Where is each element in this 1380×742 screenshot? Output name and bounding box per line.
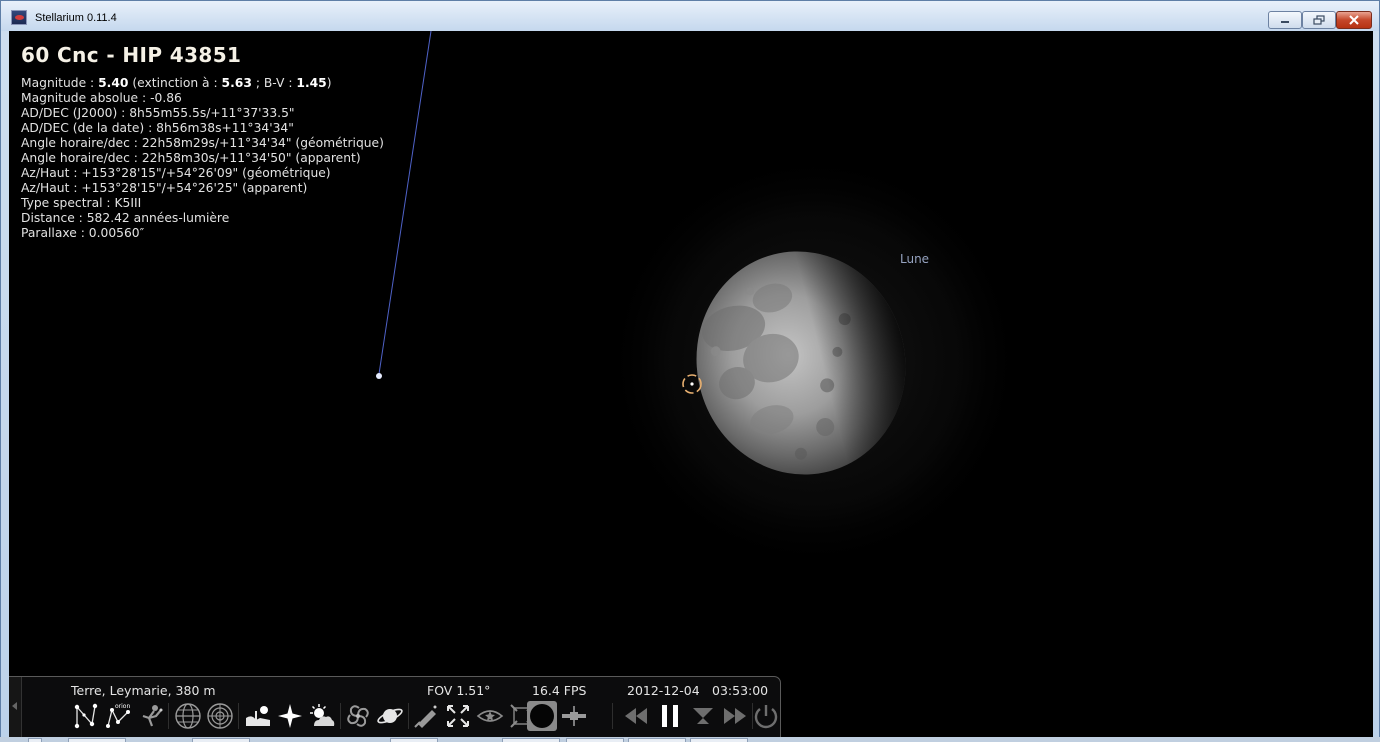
pause-button[interactable] bbox=[655, 701, 685, 731]
constellation-lines-icon bbox=[74, 703, 98, 729]
constellation-label-text: orion bbox=[115, 703, 130, 710]
location-text[interactable]: Terre, Leymarie, 380 m bbox=[71, 683, 216, 698]
time-text[interactable]: 03:53:00 bbox=[712, 683, 768, 698]
ground-icon bbox=[246, 706, 270, 726]
mount-toggle-button[interactable] bbox=[411, 701, 441, 731]
taskbar-item[interactable] bbox=[192, 738, 250, 742]
planet-labels-icon bbox=[377, 708, 403, 724]
object-info-panel: 60 Cnc - HIP 43851 Magnitude : 5.40 (ext… bbox=[21, 43, 384, 241]
planet-labels-button[interactable] bbox=[375, 701, 405, 731]
left-panel-toggle[interactable] bbox=[9, 677, 22, 739]
ocular-button[interactable] bbox=[527, 701, 557, 731]
ocular-icon bbox=[530, 704, 554, 728]
cardinal-points-button[interactable] bbox=[275, 701, 305, 731]
nebulae-button[interactable] bbox=[343, 701, 373, 731]
info-line: Magnitude absolue : -0.86 bbox=[21, 91, 182, 105]
extinction-value: 5.63 bbox=[221, 76, 252, 90]
fps-text: 16.4 FPS bbox=[532, 683, 587, 698]
fast-forward-button[interactable] bbox=[720, 701, 750, 731]
magnitude-value: 5.40 bbox=[98, 76, 129, 90]
info-line: AD/DEC (de la date) : 8h56m38s+11°34'34" bbox=[21, 121, 294, 135]
restore-button[interactable] bbox=[1302, 11, 1336, 29]
quit-icon bbox=[754, 705, 778, 729]
rewind-button[interactable] bbox=[621, 701, 651, 731]
magnitude-line: Magnitude : 5.40 (extinction à : 5.63 ; … bbox=[21, 76, 384, 91]
info-line: Type spectral : K5III bbox=[21, 196, 142, 210]
sky-view[interactable]: Lune 60 Cnc - HIP 43851 Magnitude : 5.40… bbox=[9, 31, 1373, 742]
satellite-icon bbox=[562, 706, 586, 726]
info-line: Angle horaire/dec : 22h58m29s/+11°34'34"… bbox=[21, 136, 384, 150]
constellation-lines-button[interactable] bbox=[71, 701, 101, 731]
taskbar-item[interactable] bbox=[690, 738, 748, 742]
atmosphere-button[interactable] bbox=[307, 701, 337, 731]
constellation-art-icon bbox=[142, 705, 163, 727]
pause-icon bbox=[662, 705, 678, 727]
atmosphere-icon bbox=[310, 704, 335, 726]
info-line: Az/Haut : +153°28'15"/+54°26'25" (appare… bbox=[21, 181, 308, 195]
info-line: Parallaxe : 0.00560″ bbox=[21, 226, 145, 240]
bv-value: 1.45 bbox=[296, 76, 327, 90]
date-text[interactable]: 2012-12-04 bbox=[627, 683, 700, 698]
bv-close: ) bbox=[326, 76, 332, 90]
azimuthal-grid-button[interactable] bbox=[205, 701, 235, 731]
center-object-icon bbox=[447, 705, 469, 727]
equatorial-grid-icon bbox=[175, 703, 201, 729]
equatorial-grid-button[interactable] bbox=[173, 701, 203, 731]
constellation-labels-icon: orion bbox=[106, 703, 130, 728]
night-mode-button[interactable] bbox=[475, 701, 505, 731]
bottom-toolbar: Terre, Leymarie, 380 m FOV 1.51° 16.4 FP… bbox=[9, 676, 781, 742]
app-window: Stellarium 0.11.4 Lune 60 Cnc - HIP 4385… bbox=[0, 0, 1380, 742]
restore-icon bbox=[1313, 15, 1325, 25]
info-line: Az/Haut : +153°28'15"/+54°26'09" (géomét… bbox=[21, 166, 331, 180]
window-title: Stellarium 0.11.4 bbox=[35, 12, 117, 24]
satellite-button[interactable] bbox=[559, 701, 589, 731]
taskbar-item[interactable] bbox=[502, 738, 560, 742]
taskbar-item[interactable] bbox=[390, 738, 438, 742]
mount-toggle-icon bbox=[414, 705, 437, 728]
info-line: AD/DEC (J2000) : 8h55m55.5s/+11°37'33.5" bbox=[21, 106, 295, 120]
bv-label: ; B-V : bbox=[255, 76, 297, 90]
taskbar-item[interactable] bbox=[68, 738, 126, 742]
close-button[interactable] bbox=[1336, 11, 1372, 29]
realtime-button[interactable] bbox=[688, 701, 718, 731]
taskbar-item[interactable] bbox=[28, 738, 42, 742]
azimuthal-grid-icon bbox=[207, 703, 233, 729]
cardinal-points-icon bbox=[278, 704, 302, 728]
close-icon bbox=[1349, 15, 1359, 25]
stellarium-app-icon[interactable] bbox=[11, 10, 27, 25]
info-line: Angle horaire/dec : 22h58m30s/+11°34'50"… bbox=[21, 151, 361, 165]
constellation-art-button[interactable] bbox=[135, 701, 165, 731]
taskbar-item[interactable] bbox=[628, 738, 686, 742]
quit-button[interactable] bbox=[751, 701, 781, 731]
fast-forward-icon bbox=[724, 708, 746, 724]
realtime-icon bbox=[693, 708, 713, 724]
star-60-cnc[interactable] bbox=[376, 373, 382, 379]
trail-line bbox=[378, 31, 432, 375]
rewind-icon bbox=[625, 708, 647, 724]
title-bar[interactable]: Stellarium 0.11.4 bbox=[1, 1, 1379, 31]
minimize-button[interactable] bbox=[1268, 11, 1302, 29]
center-object-button[interactable] bbox=[443, 701, 473, 731]
taskbar-item[interactable] bbox=[566, 738, 624, 742]
night-mode-icon bbox=[476, 710, 504, 722]
info-line: Distance : 582.42 années-lumière bbox=[21, 211, 230, 225]
ground-button[interactable] bbox=[243, 701, 273, 731]
magnitude-label: Magnitude : bbox=[21, 76, 99, 90]
moon-label[interactable]: Lune bbox=[900, 252, 929, 266]
object-title: 60 Cnc - HIP 43851 bbox=[21, 43, 242, 67]
nebulae-icon bbox=[347, 705, 369, 727]
constellation-labels-button[interactable]: orion bbox=[103, 701, 133, 731]
fov-text: FOV 1.51° bbox=[427, 683, 491, 698]
extinction-label: (extinction à : bbox=[128, 76, 222, 90]
minimize-icon bbox=[1281, 21, 1289, 23]
